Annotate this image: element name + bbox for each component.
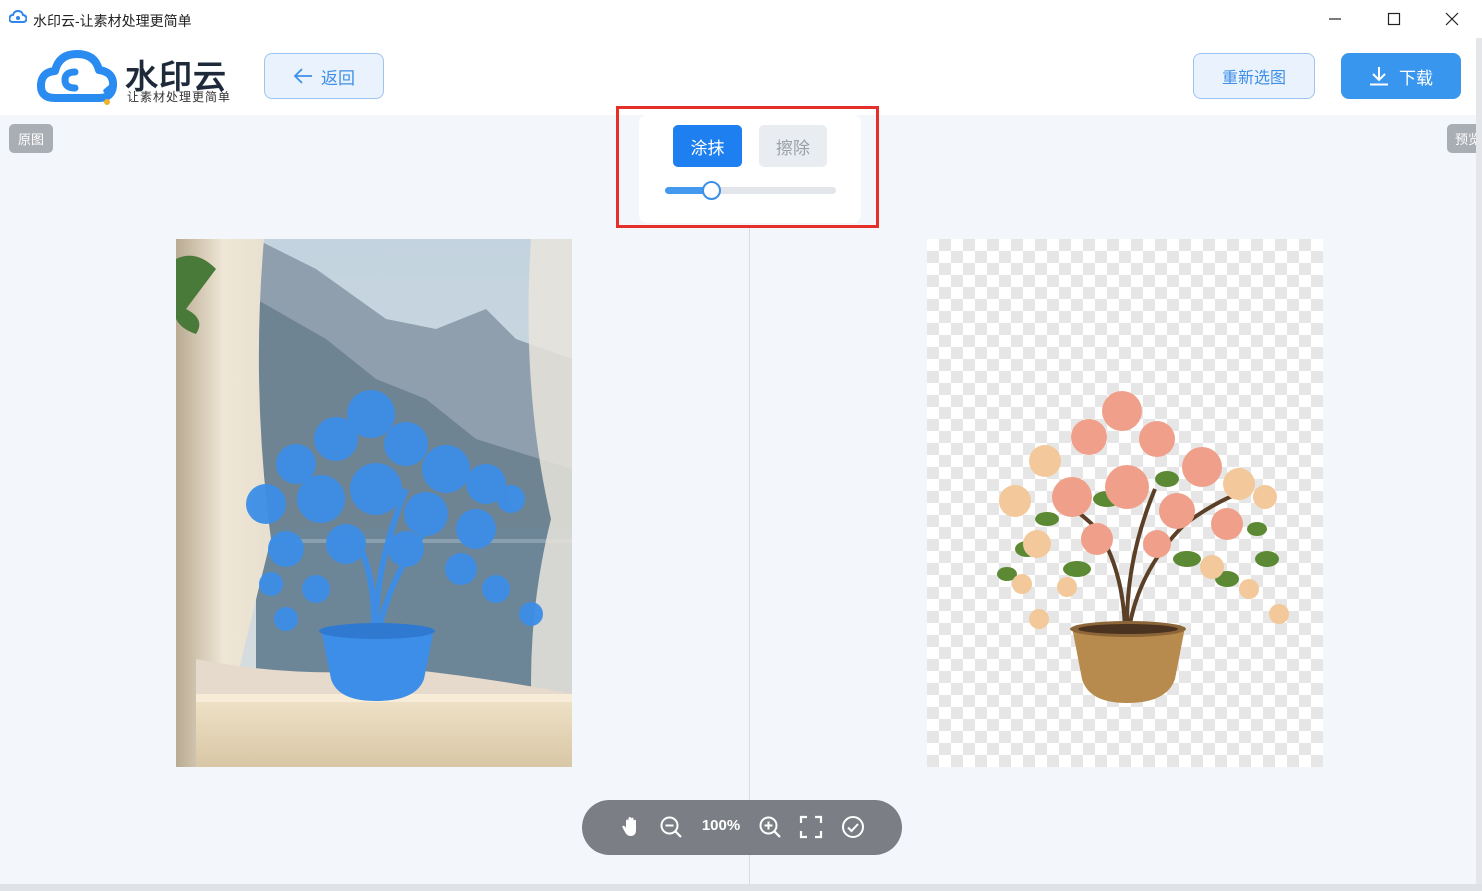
app-header: 水印云 让素材处理更简单 返回 重新选图 下载 [0, 38, 1482, 115]
horizontal-scrollbar[interactable] [0, 884, 1482, 891]
close-icon [1445, 12, 1459, 26]
zoom-level-readout: 100% [701, 817, 741, 834]
download-icon [1370, 67, 1388, 86]
hand-icon [622, 817, 636, 836]
app-logo-icon [9, 10, 27, 23]
original-image[interactable] [176, 239, 572, 767]
preview-cutout [997, 391, 1289, 703]
back-button-label: 返回 [321, 68, 355, 88]
original-image-tag: 原图 [9, 124, 53, 153]
pan-tool-button[interactable] [618, 814, 644, 840]
download-button-label: 下载 [1399, 68, 1433, 88]
original-photo [176, 239, 572, 767]
check-circle-icon [842, 816, 864, 838]
minimize-icon [1329, 18, 1341, 20]
maximize-button[interactable] [1371, 0, 1417, 38]
reselect-button-label: 重新选图 [1221, 70, 1286, 87]
cloud-logo-icon [37, 50, 117, 105]
maximize-icon [1387, 12, 1401, 26]
panel-divider [749, 228, 750, 884]
fullscreen-icon [799, 815, 823, 839]
preview-image[interactable] [927, 239, 1323, 767]
vertical-scrollbar[interactable] [1476, 38, 1482, 884]
fit-screen-button[interactable] [798, 814, 824, 840]
arrow-left-icon [293, 68, 312, 84]
window-title: 水印云-让素材处理更简单 [33, 13, 192, 29]
back-button[interactable]: 返回 [264, 53, 384, 99]
minimize-button[interactable] [1312, 0, 1358, 38]
zoom-in-icon [759, 816, 781, 838]
title-bar: 水印云-让素材处理更简单 [0, 0, 1482, 38]
confirm-button[interactable] [840, 814, 866, 840]
view-toolbar: 100% [582, 800, 902, 855]
download-button[interactable]: 下载 [1341, 53, 1461, 99]
zoom-out-button[interactable] [658, 814, 684, 840]
zoom-out-icon [660, 816, 682, 838]
brand-slogan: 让素材处理更简单 [127, 90, 232, 104]
annotation-highlight-box [616, 106, 879, 228]
reselect-image-button[interactable]: 重新选图 [1193, 53, 1315, 99]
close-button[interactable] [1429, 0, 1475, 38]
zoom-in-button[interactable] [757, 814, 783, 840]
brand-logo: 水印云 让素材处理更简单 [37, 48, 237, 106]
